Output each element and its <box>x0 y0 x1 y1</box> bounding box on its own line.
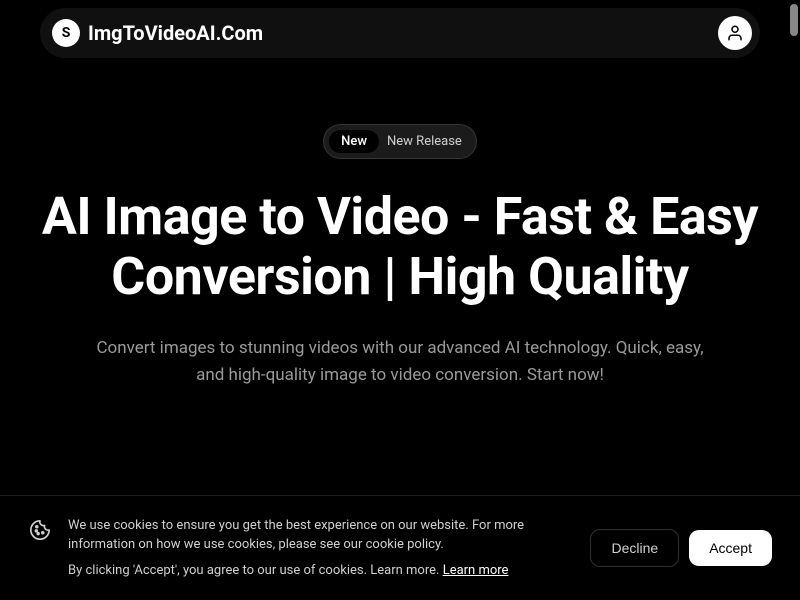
scrollbar-thumb[interactable] <box>790 4 798 36</box>
logo-icon: S <box>52 19 80 47</box>
accept-button[interactable]: Accept <box>689 530 772 566</box>
cookie-line2: By clicking 'Accept', you agree to our u… <box>68 561 574 581</box>
page-title: AI Image to Video - Fast & Easy Conversi… <box>20 187 780 307</box>
decline-button[interactable]: Decline <box>590 529 679 567</box>
cookie-line2-prefix: By clicking 'Accept', you agree to our u… <box>68 563 443 578</box>
hero-section: New New Release AI Image to Video - Fast… <box>0 100 800 389</box>
logo[interactable]: S ImgToVideoAI.Com <box>52 19 263 47</box>
brand-name: ImgToVideoAI.Com <box>88 21 263 45</box>
learn-more-link[interactable]: Learn more <box>443 563 509 578</box>
cookie-line1: We use cookies to ensure you get the bes… <box>68 516 574 555</box>
cookie-message: We use cookies to ensure you get the bes… <box>68 516 574 581</box>
cookie-icon <box>28 518 52 542</box>
user-button[interactable] <box>718 16 752 50</box>
page-subtitle: Convert images to stunning videos with o… <box>90 335 710 389</box>
user-icon <box>726 24 744 42</box>
header-bar: S ImgToVideoAI.Com <box>40 8 760 58</box>
badge-text: New Release <box>387 134 462 149</box>
release-badge[interactable]: New New Release <box>323 124 477 159</box>
cookie-actions: Decline Accept <box>590 529 772 567</box>
cookie-banner: We use cookies to ensure you get the bes… <box>0 495 800 600</box>
badge-pill: New <box>329 130 379 153</box>
